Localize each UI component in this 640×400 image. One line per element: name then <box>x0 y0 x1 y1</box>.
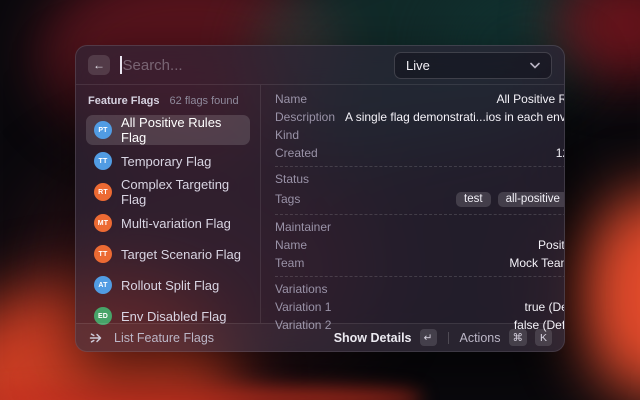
flag-avatar-icon: AT <box>94 276 112 294</box>
wallpaper-blob <box>575 190 640 400</box>
tag-list: test all-positive rules <box>456 191 564 207</box>
list-item-target-scenario-flag[interactable]: TT Target Scenario Flag <box>86 239 250 269</box>
detail-value: true (Default ON) <box>524 300 565 314</box>
detail-label: Variation 1 <box>275 300 332 314</box>
launcher-window: ← Live Feature Flags 62 flags found <box>75 45 565 352</box>
detail-value: All Positive Rules Flag <box>496 92 564 106</box>
list-item-label: Temporary Flag <box>121 153 212 169</box>
detail-label: Description <box>275 110 336 124</box>
search-input[interactable] <box>122 56 384 74</box>
flag-detail-pane: Name All Positive Rules Flag Description… <box>261 85 565 332</box>
section-divider <box>275 276 564 277</box>
list-item-multi-variation-flag[interactable]: MT Multi-variation Flag <box>86 208 250 238</box>
search-header: ← Live <box>76 46 564 85</box>
flag-avatar-icon: MT <box>94 214 112 232</box>
show-details-button[interactable]: Show Details <box>334 331 412 345</box>
list-item-label: Target Scenario Flag <box>121 246 241 262</box>
list-item-rollout-split-flag[interactable]: AT Rollout Split Flag <box>86 270 250 300</box>
dropdown-value: Live <box>406 57 430 73</box>
command-key-icon: ⌘ <box>508 329 527 346</box>
list-item-label: Multi-variation Flag <box>121 215 231 231</box>
flag-avatar-icon: TT <box>94 245 112 263</box>
tag-badge: test <box>456 191 491 207</box>
detail-label: Tags <box>275 192 301 206</box>
detail-value: 12/29/2024 <box>555 146 564 160</box>
detail-value: Mock Team Positive <box>509 256 564 270</box>
run-command-icon <box>88 330 104 346</box>
list-item-label: Rollout Split Flag <box>121 277 220 293</box>
detail-row-maintainer-team: Team Mock Team Positive <box>275 254 564 272</box>
section-divider <box>275 166 564 167</box>
actions-menu-button[interactable]: Actions <box>460 331 501 345</box>
wallpaper-blob <box>0 385 420 400</box>
detail-row-maintainer-name: Name Positive Tester <box>275 236 565 254</box>
list-section-header: Feature Flags 62 flags found <box>86 92 250 115</box>
return-key-icon: ↵ <box>419 329 437 346</box>
text-caret <box>120 56 122 74</box>
detail-value: Positive Tester <box>538 238 565 252</box>
list-section-title: Feature Flags <box>88 95 160 107</box>
flag-avatar-icon: PT <box>94 121 112 139</box>
window-body: Feature Flags 62 flags found PT All Posi… <box>76 85 565 332</box>
detail-label: Kind <box>275 128 300 142</box>
result-count: 62 flags found <box>169 95 239 107</box>
detail-row-kind: Kind boolean <box>275 126 564 144</box>
detail-label: Name <box>275 238 308 252</box>
detail-label: Created <box>275 146 318 160</box>
chevron-down-icon <box>530 62 540 69</box>
list-item-complex-targeting-flag[interactable]: RT Complex Targeting Flag <box>86 177 250 207</box>
k-key-icon: K <box>535 329 552 346</box>
detail-label: Status <box>275 172 310 186</box>
list-item-label: Env Disabled Flag <box>121 308 227 324</box>
detail-row-name: Name All Positive Rules Flag <box>275 90 564 108</box>
footer-divider <box>447 331 449 344</box>
detail-row-created: Created 12/29/2024 <box>275 144 564 162</box>
detail-row-tags: Tags test all-positive rules <box>275 188 564 210</box>
detail-row-variation-1: Variation 1 true (Default ON) <box>275 298 565 316</box>
flag-list: Feature Flags 62 flags found PT All Posi… <box>76 85 261 325</box>
search-field-wrap <box>120 46 384 84</box>
environment-dropdown[interactable]: Live <box>394 51 552 79</box>
back-button[interactable]: ← <box>88 55 110 75</box>
detail-row-status: Status <box>275 170 564 188</box>
flag-avatar-icon: TT <box>94 152 112 170</box>
maintainer-section-header: Maintainer <box>275 220 332 234</box>
list-item-label: All Positive Rules Flag <box>121 115 222 145</box>
command-source-label: List Feature Flags <box>114 330 215 345</box>
arrow-left-icon: ← <box>93 58 105 72</box>
detail-value: A single flag demonstrati...ios in each … <box>345 110 565 124</box>
detail-label: Team <box>275 256 305 270</box>
detail-label: Name <box>275 92 308 106</box>
desktop-wallpaper: ← Live Feature Flags 62 flags found <box>0 0 640 400</box>
tag-badge: all-positive <box>497 191 564 207</box>
section-divider <box>275 214 564 215</box>
variations-section-header: Variations <box>275 282 328 296</box>
list-item-temporary-flag[interactable]: TT Temporary Flag <box>86 146 250 176</box>
list-item-all-positive-rules-flag[interactable]: PT All Positive Rules Flag <box>86 115 250 145</box>
flag-avatar-icon: RT <box>94 183 112 201</box>
list-item-label: Complex Targeting Flag <box>121 177 230 207</box>
detail-row-description: Description A single flag demonstrati...… <box>275 108 565 126</box>
action-bar: List Feature Flags Show Details ↵ Action… <box>76 323 564 351</box>
